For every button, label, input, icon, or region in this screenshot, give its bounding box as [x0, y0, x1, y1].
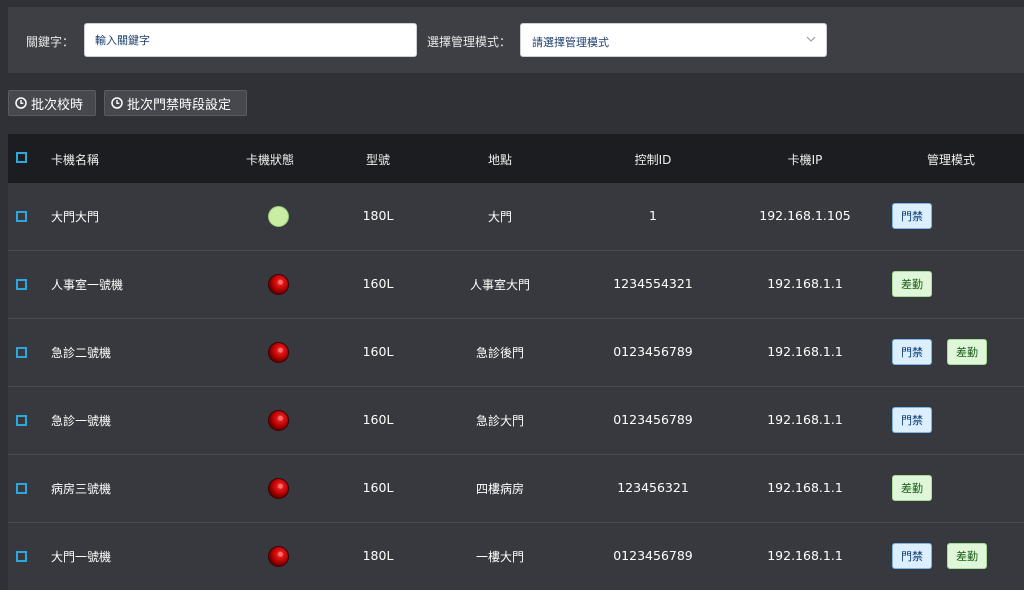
cell-model: 180L [362, 208, 394, 223]
table-row[interactable]: 急診一號機 160L 急診大門 0123456789 192.168.1.1 門禁 [8, 386, 1024, 454]
cell-model: 160L [362, 344, 394, 359]
header-name: 卡機名稱 [51, 153, 100, 167]
cell-location: 一樓大門 [475, 550, 525, 564]
cell-ip: 192.168.1.1 [767, 412, 843, 427]
mode-label: 選擇管理模式： [427, 35, 512, 49]
clock-icon [111, 97, 123, 109]
keyword-input[interactable] [84, 23, 417, 57]
cell-name: 大門一號機 [51, 550, 112, 564]
batch-access-period-label: 批次門禁時段設定 [127, 97, 232, 113]
row-checkbox[interactable] [16, 211, 27, 222]
mode-badge-attendance[interactable]: 差勤 [947, 543, 987, 569]
mode-badge-access[interactable]: 門禁 [892, 407, 932, 433]
cell-location: 急診後門 [475, 346, 525, 360]
cell-ip: 192.168.1.1 [767, 276, 843, 291]
cell-ip: 192.168.1.1 [767, 344, 843, 359]
status-offline-indicator [268, 478, 289, 499]
status-offline-indicator [268, 546, 289, 567]
cell-control-id: 1 [649, 208, 657, 223]
keyword-label: 關鍵字： [26, 35, 75, 49]
mode-badge-attendance[interactable]: 差勤 [947, 339, 987, 365]
status-offline-indicator [268, 342, 289, 363]
cell-name: 病房三號機 [51, 482, 112, 496]
chevron-down-icon [806, 36, 816, 42]
cell-name: 人事室一號機 [51, 278, 124, 292]
table-row[interactable]: 大門大門 180L 大門 1 192.168.1.105 門禁 [8, 183, 1024, 250]
cell-model: 180L [362, 548, 394, 563]
cell-ip: 192.168.1.1 [767, 480, 843, 495]
table-row[interactable]: 人事室一號機 160L 人事室大門 1234554321 192.168.1.1 差勤 [8, 250, 1024, 318]
mode-badge-access[interactable]: 門禁 [892, 203, 932, 229]
batch-access-period-button[interactable]: 批次門禁時段設定 [104, 90, 247, 116]
header-status: 卡機狀態 [245, 153, 295, 167]
header-location: 地點 [487, 153, 513, 167]
cell-control-id: 1234554321 [613, 276, 693, 291]
cell-ip: 192.168.1.105 [759, 208, 851, 223]
cell-location: 急診大門 [475, 414, 525, 428]
cell-model: 160L [362, 412, 394, 427]
cell-control-id: 0123456789 [613, 344, 693, 359]
cell-name: 急診二號機 [51, 346, 112, 360]
mode-badge-attendance[interactable]: 差勤 [892, 271, 932, 297]
clock-icon [15, 97, 27, 109]
mode-badge-access[interactable]: 門禁 [892, 543, 932, 569]
table-row[interactable]: 大門一號機 180L 一樓大門 0123456789 192.168.1.1 門禁 差勤 [8, 522, 1024, 590]
cell-control-id: 0123456789 [613, 548, 693, 563]
row-checkbox[interactable] [16, 415, 27, 426]
cell-model: 160L [362, 480, 394, 495]
table-row[interactable]: 急診二號機 160L 急診後門 0123456789 192.168.1.1 門禁 差勤 [8, 318, 1024, 386]
select-all-checkbox[interactable] [16, 152, 27, 163]
row-checkbox[interactable] [16, 347, 27, 358]
status-offline-indicator [268, 410, 289, 431]
table-body: 大門大門 180L 大門 1 192.168.1.105 門禁 人事室一號機 160L 人事室大… [8, 183, 1024, 590]
header-mode: 管理模式 [926, 153, 976, 167]
batch-time-sync-button[interactable]: 批次校時 [8, 90, 96, 116]
mode-badge-attendance[interactable]: 差勤 [892, 475, 932, 501]
mode-badge-access[interactable]: 門禁 [892, 339, 932, 365]
cell-location: 四樓病房 [475, 482, 525, 496]
cell-control-id: 123456321 [617, 480, 689, 495]
mode-select-value: 請選擇管理模式 [532, 36, 609, 49]
status-offline-indicator [268, 274, 289, 295]
cell-ip: 192.168.1.1 [767, 548, 843, 563]
cell-location: 大門 [487, 210, 513, 224]
row-checkbox[interactable] [16, 483, 27, 494]
batch-time-sync-label: 批次校時 [31, 97, 84, 113]
cell-control-id: 0123456789 [613, 412, 693, 427]
table-header: 卡機名稱 卡機狀態 型號 地點 控制ID 卡機IP 管理模式 [8, 134, 1024, 183]
row-checkbox[interactable] [16, 279, 27, 290]
mode-select[interactable]: 請選擇管理模式 [520, 23, 827, 57]
cell-name: 大門大門 [51, 210, 100, 224]
header-ip: 卡機IP [787, 153, 823, 167]
status-online-indicator [268, 206, 289, 227]
table-row[interactable]: 病房三號機 160L 四樓病房 123456321 192.168.1.1 差勤 [8, 454, 1024, 522]
cell-name: 急診一號機 [51, 414, 112, 428]
row-checkbox[interactable] [16, 551, 27, 562]
card-reader-table: 卡機名稱 卡機狀態 型號 地點 控制ID 卡機IP 管理模式 大門大門 180L 大… [8, 134, 1024, 590]
header-model: 型號 [365, 153, 391, 167]
header-control-id: 控制ID [634, 153, 672, 167]
cell-location: 人事室大門 [469, 278, 531, 292]
cell-model: 160L [362, 276, 394, 291]
